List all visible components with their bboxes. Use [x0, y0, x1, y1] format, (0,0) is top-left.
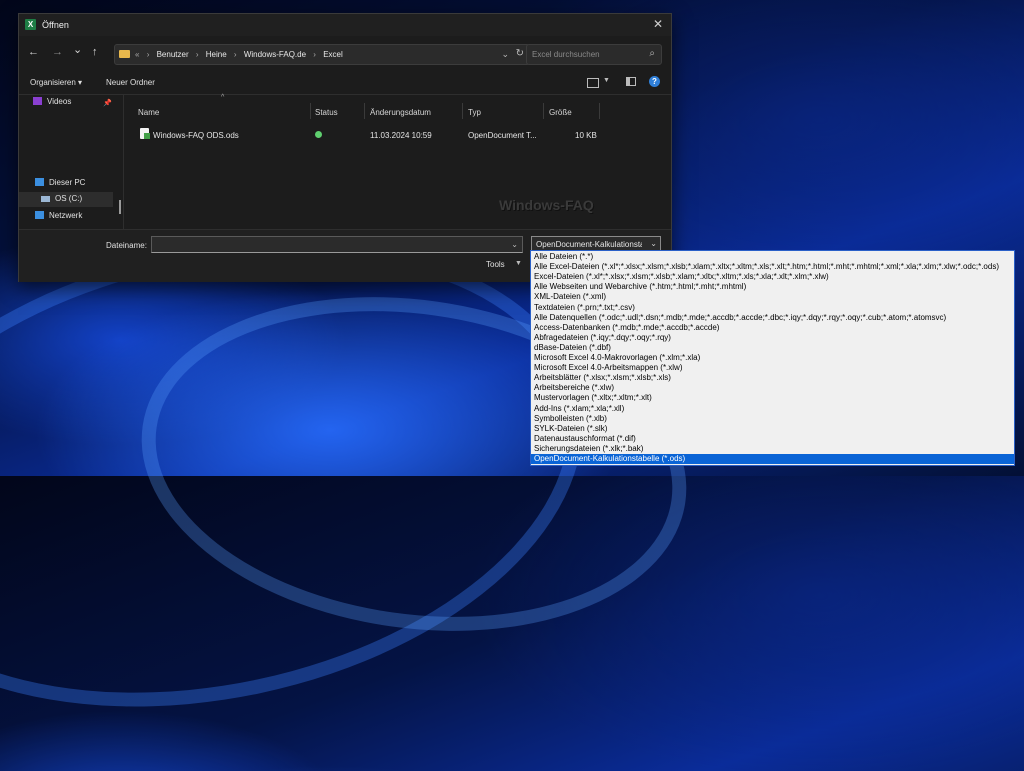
organize-button[interactable]: Organisieren ▾ — [30, 78, 82, 87]
preview-pane-icon[interactable] — [626, 77, 636, 86]
breadcrumb-item[interactable]: Windows-FAQ.de — [244, 50, 306, 59]
back-arrow-icon[interactable]: ← — [28, 46, 39, 58]
file-name[interactable]: Windows-FAQ ODS.ods — [153, 131, 239, 140]
file-modified: 11.03.2024 10:59 — [370, 131, 432, 140]
file-type-option[interactable]: dBase-Dateien (*.dbf) — [531, 343, 1014, 353]
sidebar-scrollbar[interactable] — [119, 200, 121, 214]
up-arrow-icon[interactable]: ↑ — [92, 46, 98, 58]
folder-icon — [119, 50, 130, 58]
file-type-option[interactable]: Alle Datenquellen (*.odc;*.udl;*.dsn;*.m… — [531, 313, 1014, 323]
search-icon[interactable]: ⌕ — [649, 48, 655, 59]
breadcrumb-item[interactable]: Benutzer — [157, 50, 189, 59]
column-header-modified[interactable]: Änderungsdatum — [370, 108, 431, 117]
new-folder-button[interactable]: Neuer Ordner — [106, 78, 155, 87]
column-separator[interactable] — [462, 103, 463, 119]
filename-input[interactable]: ⌄ — [151, 236, 523, 253]
sidebar-item-videos[interactable]: Videos — [33, 97, 71, 111]
pane-divider — [123, 94, 124, 229]
help-icon[interactable]: ? — [649, 76, 660, 87]
file-type-option[interactable]: Abfragedateien (*.iqy;*.dqy;*.oqy;*.rqy) — [531, 333, 1014, 343]
file-type-option[interactable]: Mustervorlagen (*.xltx;*.xltm;*.xlt) — [531, 393, 1014, 403]
sidebar-item-label: Dieser PC — [49, 178, 86, 187]
filename-label: Dateiname: — [106, 241, 147, 250]
file-type-option[interactable]: Alle Webseiten und Webarchive (*.htm;*.h… — [531, 282, 1014, 292]
file-type-option[interactable]: Arbeitsbereiche (*.xlw) — [531, 383, 1014, 393]
file-type-option[interactable]: Add-Ins (*.xlam;*.xla;*.xll) — [531, 404, 1014, 414]
recent-locations-chevron-icon[interactable]: ⌄ — [73, 43, 82, 56]
network-icon — [35, 211, 44, 219]
tools-button[interactable]: Tools — [486, 260, 505, 269]
sidebar-item-label: OS (C:) — [55, 194, 83, 203]
view-options-icon[interactable] — [587, 78, 599, 88]
column-header-name[interactable]: Name — [138, 108, 159, 117]
column-separator[interactable] — [364, 103, 365, 119]
file-type-option[interactable]: Symbolleisten (*.xlb) — [531, 414, 1014, 424]
search-input[interactable]: Excel durchsuchen — [532, 50, 600, 59]
title-bar: X Öffnen ✕ — [19, 14, 671, 36]
file-type-option[interactable]: Textdateien (*.prn;*.txt;*.csv) — [531, 303, 1014, 313]
file-type-option[interactable]: Alle Dateien (*.*) — [531, 252, 1014, 262]
address-bar[interactable]: « › Benutzer › Heine › Windows-FAQ.de › … — [114, 44, 530, 65]
column-separator[interactable] — [543, 103, 544, 119]
command-bar: Organisieren ▾ Neuer Ordner — [19, 70, 671, 95]
breadcrumb-separator-icon: › — [146, 50, 150, 59]
file-size: 10 KB — [575, 131, 597, 140]
column-separator[interactable] — [599, 103, 600, 119]
close-icon[interactable]: ✕ — [653, 17, 663, 31]
column-header-type[interactable]: Typ — [468, 108, 481, 117]
chevron-down-icon[interactable]: ▼ — [603, 77, 610, 84]
file-type-option[interactable]: Microsoft Excel 4.0-Makrovorlagen (*.xlm… — [531, 353, 1014, 363]
navigation-bar: ← → ⌄ ↑ « › Benutzer › Heine › Windows-F… — [19, 36, 671, 70]
video-folder-icon — [33, 97, 42, 105]
column-separator[interactable] — [310, 103, 311, 119]
file-type-option[interactable]: Sicherungsdateien (*.xlk;*.bak) — [531, 444, 1014, 454]
file-type-option[interactable]: XML-Dateien (*.xml) — [531, 292, 1014, 302]
pin-icon[interactable]: 📌 — [103, 99, 112, 107]
file-type-option[interactable]: Excel-Dateien (*.xl*;*.xlsx;*.xlsm;*.xls… — [531, 272, 1014, 282]
sync-status-icon — [315, 131, 322, 138]
sidebar-item-os-drive[interactable]: OS (C:) — [41, 194, 82, 208]
chevron-down-icon[interactable]: ▼ — [515, 260, 522, 267]
file-type-option[interactable]: SYLK-Dateien (*.slk) — [531, 424, 1014, 434]
file-type-selected: OpenDocument-Kalkulationsta — [536, 240, 642, 249]
watermark: Windows-FAQ — [499, 197, 594, 213]
open-file-dialog: X Öffnen ✕ ← → ⌄ ↑ « › Benutzer › Heine … — [18, 13, 672, 282]
sidebar-item-network[interactable]: Netzwerk — [35, 211, 82, 225]
sidebar-item-label: Netzwerk — [49, 211, 83, 220]
ods-file-icon — [140, 128, 150, 139]
computer-icon — [35, 178, 44, 186]
breadcrumb-overflow[interactable]: « — [135, 50, 139, 59]
chevron-down-icon[interactable]: ⌄ — [650, 239, 657, 248]
file-type: OpenDocument T... — [468, 131, 537, 140]
file-type-option[interactable]: Datenaustauschformat (*.dif) — [531, 434, 1014, 444]
breadcrumb-separator-icon: › — [195, 50, 199, 59]
sidebar-item-label: Videos — [47, 97, 72, 106]
chevron-down-icon[interactable]: ⌄ — [511, 240, 518, 249]
navigation-pane: Videos 📌 Dieser PC OS (C:) Netzwerk — [19, 94, 123, 229]
breadcrumb-separator-icon: › — [233, 50, 237, 59]
forward-arrow-icon[interactable]: → — [52, 46, 63, 58]
sort-caret-icon: ^ — [221, 94, 225, 101]
file-type-option[interactable]: Access-Datenbanken (*.mdb;*.mde;*.accdb;… — [531, 323, 1014, 333]
breadcrumb-separator-icon: › — [313, 50, 316, 59]
drive-icon — [41, 196, 50, 202]
file-type-option[interactable]: OpenDocument-Kalkulationstabelle (*.ods) — [531, 454, 1014, 464]
breadcrumb-item[interactable]: Excel — [323, 50, 343, 59]
refresh-icon[interactable]: ↻ — [516, 48, 524, 59]
search-box[interactable]: Excel durchsuchen ⌕ — [526, 44, 662, 65]
file-type-dropdown-list[interactable]: Alle Dateien (*.*) Alle Excel-Dateien (*.… — [530, 250, 1015, 466]
window-title: Öffnen — [42, 20, 69, 30]
file-type-option[interactable]: Alle Excel-Dateien (*.xl*;*.xlsx;*.xlsm;… — [531, 262, 1014, 272]
sidebar-item-this-pc[interactable]: Dieser PC — [35, 178, 85, 192]
breadcrumb: « › Benutzer › Heine › Windows-FAQ.de › … — [135, 50, 343, 59]
column-header-size[interactable]: Größe — [549, 108, 572, 117]
address-dropdown-icon[interactable]: ⌄ — [501, 49, 509, 60]
breadcrumb-item[interactable]: Heine — [206, 50, 227, 59]
file-type-option[interactable]: Microsoft Excel 4.0-Arbeitsmappen (*.xlw… — [531, 363, 1014, 373]
file-type-option[interactable]: Arbeitsblätter (*.xlsx;*.xlsm;*.xlsb;*.x… — [531, 373, 1014, 383]
excel-icon: X — [25, 19, 36, 30]
column-header-status[interactable]: Status — [315, 108, 338, 117]
